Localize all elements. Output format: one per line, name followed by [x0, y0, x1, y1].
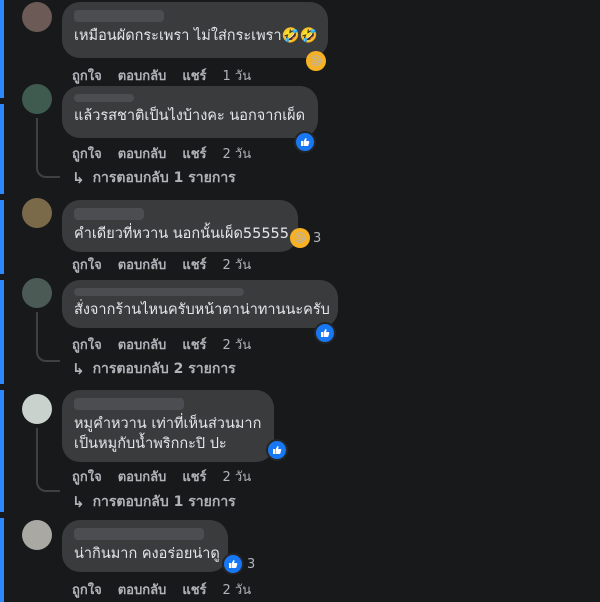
commenter-name[interactable]	[74, 10, 164, 22]
reaction-summary[interactable]: 😆 3	[290, 228, 321, 248]
commenter-name[interactable]	[74, 288, 244, 296]
comment-bubble: สั่งจากร้านไหนครับหน้าตาน่าทานนะครับ	[62, 280, 338, 328]
comment-time[interactable]: 2 วัน	[223, 143, 252, 164]
reply-thread-line	[36, 312, 60, 362]
comment-time[interactable]: 2 วัน	[223, 334, 252, 355]
share-link[interactable]: แชร์	[182, 254, 206, 275]
reply-thread-line	[36, 118, 60, 178]
like-reaction-icon	[314, 322, 336, 344]
bar-gap	[0, 274, 4, 280]
commenter-name[interactable]	[74, 528, 204, 540]
comment-actions: ถูกใจ ตอบกลับ แชร์ 2 วัน	[72, 579, 251, 600]
like-reaction-icon	[294, 131, 316, 153]
comment-text: แล้วรสชาติเป็นไงบ้างคะ นอกจากเผ็ด	[74, 108, 306, 124]
bar-gap	[0, 194, 4, 200]
reply-link[interactable]: ตอบกลับ	[118, 466, 167, 487]
comment-actions: ถูกใจ ตอบกลับ แชร์ 2 วัน	[72, 466, 251, 487]
view-replies-link[interactable]: ↳ การตอบกลับ 2 รายการ	[72, 358, 236, 380]
comment-actions: ถูกใจ ตอบกลับ แชร์ 2 วัน	[72, 334, 251, 355]
like-link[interactable]: ถูกใจ	[72, 466, 102, 487]
share-link[interactable]: แชร์	[182, 334, 206, 355]
reaction-summary[interactable]: 3	[222, 553, 255, 575]
comment-text: น่ากินมาก คงอร่อยน่าดู	[74, 546, 220, 562]
comment-text-line-1: หมูคำหวาน เท่าที่เห็นส่วนมาก	[74, 416, 262, 432]
share-link[interactable]: แชร์	[182, 466, 206, 487]
comment-text-line-2: เป็นหมูกับน้ำพริกกะปิ ปะ	[74, 436, 227, 452]
reply-link[interactable]: ตอบกลับ	[118, 579, 167, 600]
reply-arrow-icon: ↳	[72, 360, 85, 378]
comment-bubble: เหมือนผัดกระเพรา ไม่ใส่กระเพรา🤣🤣	[62, 2, 328, 58]
reaction-summary[interactable]	[314, 322, 336, 344]
like-link[interactable]: ถูกใจ	[72, 254, 102, 275]
avatar[interactable]	[22, 84, 52, 114]
reply-link[interactable]: ตอบกลับ	[118, 334, 167, 355]
avatar[interactable]	[22, 278, 52, 308]
reaction-summary[interactable]	[266, 439, 288, 461]
comment-actions: ถูกใจ ตอบกลับ แชร์ 2 วัน	[72, 254, 251, 275]
share-link[interactable]: แชร์	[182, 143, 206, 164]
avatar[interactable]	[22, 394, 52, 424]
reply-link[interactable]: ตอบกลับ	[118, 65, 167, 86]
bar-gap	[0, 512, 4, 518]
comment-actions: ถูกใจ ตอบกลับ แชร์ 1 วัน	[72, 65, 251, 86]
comment-time[interactable]: 1 วัน	[223, 65, 252, 86]
like-reaction-icon	[222, 553, 244, 575]
bar-gap	[0, 384, 4, 390]
commenter-name[interactable]	[74, 94, 134, 102]
reply-link[interactable]: ตอบกลับ	[118, 143, 167, 164]
reaction-summary[interactable]	[294, 131, 316, 153]
reply-arrow-icon: ↳	[72, 493, 85, 511]
comment-text: สั่งจากร้านไหนครับหน้าตาน่าทานนะครับ	[74, 302, 330, 318]
avatar[interactable]	[22, 2, 52, 32]
haha-reaction-icon: 😆	[290, 228, 310, 248]
share-link[interactable]: แชร์	[182, 65, 206, 86]
comment-actions: ถูกใจ ตอบกลับ แชร์ 2 วัน	[72, 143, 251, 164]
like-link[interactable]: ถูกใจ	[72, 143, 102, 164]
commenter-name[interactable]	[74, 208, 144, 220]
comment-time[interactable]: 2 วัน	[223, 466, 252, 487]
reaction-count: 3	[313, 230, 322, 246]
comment-text: เหมือนผัดกระเพรา ไม่ใส่กระเพรา🤣🤣	[74, 28, 318, 44]
view-replies-link[interactable]: ↳ การตอบกลับ 1 รายการ	[72, 167, 236, 189]
comment-bubble: หมูคำหวาน เท่าที่เห็นส่วนมาก เป็นหมูกับน…	[62, 390, 274, 462]
reaction-summary[interactable]: 😆	[306, 51, 326, 71]
comment-time[interactable]: 2 วัน	[223, 579, 252, 600]
comment-bubble: คำเดียวที่หวาน นอกนั้นเผ็ด55555	[62, 200, 298, 252]
haha-reaction-icon: 😆	[306, 51, 326, 71]
commenter-name[interactable]	[74, 398, 184, 410]
avatar[interactable]	[22, 198, 52, 228]
comment-text: คำเดียวที่หวาน นอกนั้นเผ็ด55555	[74, 226, 289, 242]
like-link[interactable]: ถูกใจ	[72, 65, 102, 86]
reply-thread-line	[36, 428, 60, 492]
like-reaction-icon	[266, 439, 288, 461]
reply-link[interactable]: ตอบกลับ	[118, 254, 167, 275]
comment-bubble: น่ากินมาก คงอร่อยน่าดู	[62, 520, 228, 572]
reaction-count: 3	[247, 556, 256, 572]
comment-time[interactable]: 2 วัน	[223, 254, 252, 275]
view-replies-link[interactable]: ↳ การตอบกลับ 1 รายการ	[72, 491, 236, 513]
avatar[interactable]	[22, 520, 52, 550]
like-link[interactable]: ถูกใจ	[72, 579, 102, 600]
like-link[interactable]: ถูกใจ	[72, 334, 102, 355]
share-link[interactable]: แชร์	[182, 579, 206, 600]
comment-bubble: แล้วรสชาติเป็นไงบ้างคะ นอกจากเผ็ด	[62, 86, 318, 138]
bar-gap	[0, 98, 4, 104]
reply-arrow-icon: ↳	[72, 169, 85, 187]
